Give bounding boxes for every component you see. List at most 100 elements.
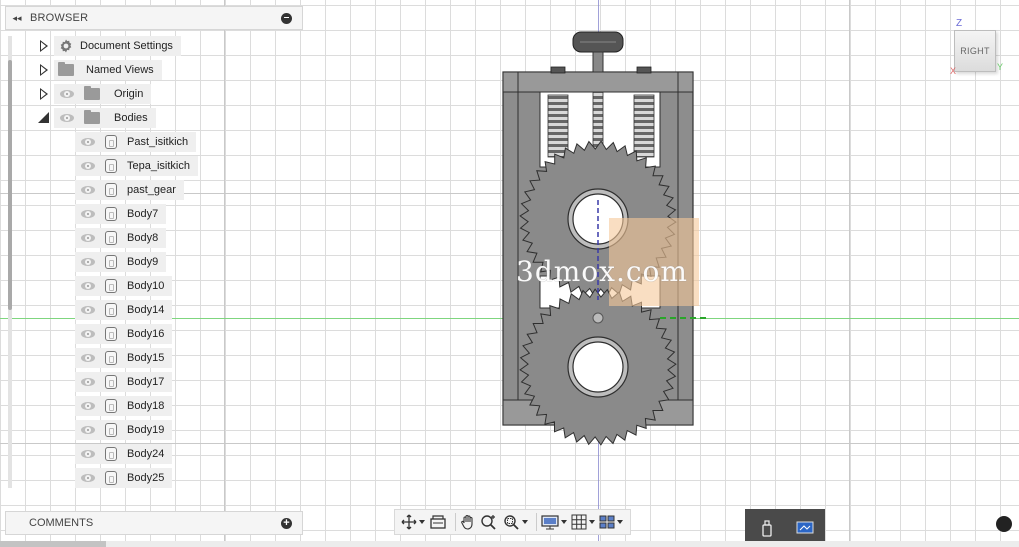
body-icon: [105, 303, 117, 317]
tree-item-label: Body7: [127, 208, 159, 220]
tree-item-body[interactable]: Tepa_isitkich: [75, 156, 198, 176]
tree-item-label: Body10: [127, 280, 165, 292]
tree-item-body[interactable]: Body9: [75, 252, 167, 272]
eye-icon[interactable]: [81, 234, 95, 242]
eye-icon[interactable]: [81, 330, 95, 338]
tree-item-label: Origin: [114, 88, 144, 100]
expand-arrow-icon[interactable]: [38, 84, 48, 104]
collapse-panel-icon[interactable]: ◂◂: [8, 13, 26, 24]
viewports-button[interactable]: [599, 514, 623, 530]
tree-item-body[interactable]: past_gear: [75, 180, 184, 200]
comments-title: COMMENTS: [29, 517, 94, 529]
orbit-icon: [401, 514, 417, 530]
tree-item-body[interactable]: Past_isitkich: [75, 132, 197, 152]
grid-settings-button[interactable]: [571, 514, 595, 530]
eye-icon[interactable]: [81, 210, 95, 218]
viewcube-face-label: RIGHT: [960, 46, 990, 56]
gear-icon: [60, 39, 72, 53]
eye-icon[interactable]: [81, 282, 95, 290]
gear-bore: [572, 341, 624, 393]
expand-arrow-icon[interactable]: [38, 36, 48, 56]
tree-item-named-views[interactable]: Named Views: [38, 60, 162, 80]
eye-icon[interactable]: [81, 378, 95, 386]
body-icon: [105, 183, 117, 197]
tree-item-body[interactable]: Body18: [75, 396, 173, 416]
grid-major-line: [849, 0, 850, 547]
viewcube-x-label: X: [950, 66, 957, 76]
tree-item-label: Body25: [127, 472, 165, 484]
tree-item-body[interactable]: Body10: [75, 276, 173, 296]
eye-icon[interactable]: [81, 138, 95, 146]
eye-icon[interactable]: [81, 306, 95, 314]
minimize-icon[interactable]: –: [281, 12, 292, 24]
tree-item-body[interactable]: Body17: [75, 372, 173, 392]
zoom-icon: [481, 515, 496, 530]
tree-item-label: Body8: [127, 232, 159, 244]
orbit-button[interactable]: [401, 514, 425, 530]
eye-icon[interactable]: [81, 474, 95, 482]
eye-icon[interactable]: [81, 450, 95, 458]
eye-icon[interactable]: [81, 162, 95, 170]
expand-arrow-icon[interactable]: [38, 60, 48, 80]
viewcube-y-label: Y: [997, 62, 1004, 72]
eye-icon[interactable]: [81, 426, 95, 434]
tree-item-origin[interactable]: Origin: [38, 84, 152, 104]
tree-item-label: Past_isitkich: [127, 136, 189, 148]
display-settings-icon: [541, 515, 559, 530]
horizontal-scrollbar[interactable]: [0, 541, 1019, 547]
usb-icon[interactable]: [759, 519, 775, 537]
eye-icon[interactable]: [60, 90, 74, 98]
look-at-button[interactable]: [429, 514, 447, 530]
tree-item-document-settings[interactable]: Document Settings: [38, 36, 181, 56]
tree-item-label: Body19: [127, 424, 165, 436]
pan-button[interactable]: [460, 514, 476, 530]
folder-icon: [58, 62, 74, 76]
tree-item-body[interactable]: Body24: [75, 444, 173, 464]
collapse-arrow-icon[interactable]: [38, 108, 49, 128]
fit-button[interactable]: [502, 514, 528, 530]
eye-icon[interactable]: [81, 402, 95, 410]
body-icon: [105, 207, 117, 221]
eye-icon[interactable]: [81, 186, 95, 194]
tree-item-label: Bodies: [114, 112, 148, 124]
viewcube-z-label: Z: [956, 18, 963, 29]
tree-item-body[interactable]: Body15: [75, 348, 173, 368]
browser-scrollbar-thumb[interactable]: [8, 60, 12, 310]
tree-item-label: Body9: [127, 256, 159, 268]
tree-item-label: Body17: [127, 376, 165, 388]
horizontal-scrollbar-thumb[interactable]: [0, 541, 106, 547]
body-icon: [105, 135, 117, 149]
tree-item-body[interactable]: Body19: [75, 420, 173, 440]
body-icon: [105, 327, 117, 341]
eye-icon[interactable]: [60, 114, 74, 122]
tree-item-bodies[interactable]: Bodies: [38, 108, 156, 128]
tree-item-label: past_gear: [127, 184, 176, 196]
zoom-button[interactable]: [480, 514, 498, 530]
browser-header[interactable]: ◂◂ BROWSER –: [5, 6, 303, 30]
tree-item-body[interactable]: Body16: [75, 324, 173, 344]
body-icon: [105, 447, 117, 461]
tree-item-body[interactable]: Body7: [75, 204, 167, 224]
eye-icon[interactable]: [81, 258, 95, 266]
look-at-icon: [430, 515, 446, 529]
tree-item-body[interactable]: Body8: [75, 228, 167, 248]
display-icon[interactable]: [795, 519, 815, 537]
display-settings-button[interactable]: [541, 514, 567, 530]
eye-icon[interactable]: [81, 354, 95, 362]
body-icon: [105, 399, 117, 413]
tree-item-label: Named Views: [86, 64, 154, 76]
tree-item-body[interactable]: Body14: [75, 300, 173, 320]
grid-icon: [571, 514, 587, 530]
tree-item-body[interactable]: Body25: [75, 468, 173, 488]
body-icon: [105, 351, 117, 365]
tree-item-label: Body24: [127, 448, 165, 460]
body-icon: [105, 159, 117, 173]
tree-item-label: Body18: [127, 400, 165, 412]
viewcube[interactable]: RIGHT: [954, 30, 996, 72]
body-icon: [105, 231, 117, 245]
comments-panel[interactable]: COMMENTS +: [5, 511, 303, 535]
tree-item-label: Tepa_isitkich: [127, 160, 190, 172]
feedback-icon[interactable]: [996, 516, 1012, 532]
add-comment-icon[interactable]: +: [281, 517, 292, 529]
body-icon: [105, 255, 117, 269]
